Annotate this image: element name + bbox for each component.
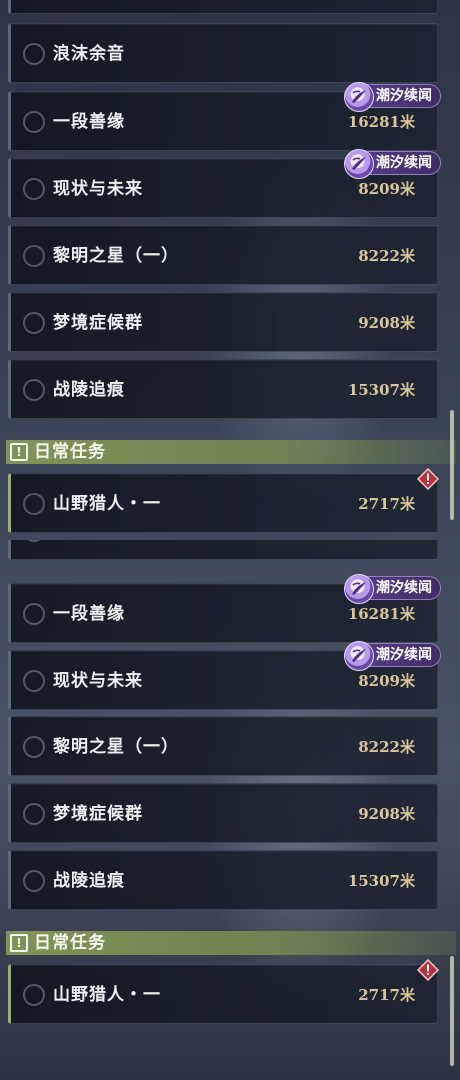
quest-row[interactable]: 一段善缘 16281米 潮汐续闻 xyxy=(8,82,441,151)
quest-distance: 2717米 xyxy=(358,986,415,1004)
quest-row[interactable]: 现状与未来 8209米 潮汐续闻 xyxy=(8,641,441,710)
quest-name: 现状与未来 xyxy=(53,671,143,691)
quest-name: 战陵追痕 xyxy=(53,380,125,400)
quest-status-circle[interactable] xyxy=(23,245,45,267)
quest-row[interactable]: 现状与未来 8209米 潮汐续闻 xyxy=(8,149,441,218)
tide-pen-icon xyxy=(344,641,374,671)
quest-name: 山野猎人・一 xyxy=(53,985,161,1005)
quest-name: 一段善缘 xyxy=(53,112,125,132)
daily-quest-row[interactable]: 山野猎人・一 2717米 xyxy=(8,468,439,533)
quest-status-circle[interactable] xyxy=(23,111,45,133)
quest-row[interactable]: 黎明之星（一） 8222米 xyxy=(8,716,438,776)
quest-row[interactable]: 浪沫余音 xyxy=(8,23,438,83)
section-header-daily[interactable]: ! 日常任务 xyxy=(6,931,456,955)
warning-diamond-icon xyxy=(417,959,439,981)
quest-status-circle[interactable] xyxy=(23,312,45,334)
quest-row[interactable]: 梦境症候群 9208米 xyxy=(8,292,438,352)
quest-status-circle[interactable] xyxy=(23,984,45,1006)
quest-name: 山野猎人・一 xyxy=(53,494,161,514)
tide-story-badge: 潮汐续闻 xyxy=(344,574,441,604)
section-header-label: 日常任务 xyxy=(34,933,106,953)
section-header-label: 日常任务 xyxy=(34,442,106,462)
tide-story-badge: 潮汐续闻 xyxy=(344,641,441,671)
quest-distance: 15307米 xyxy=(347,872,415,890)
badge-label: 潮汐续闻 xyxy=(376,88,432,104)
quest-row[interactable]: 一段善缘 16281米 潮汐续闻 xyxy=(8,574,441,643)
quest-row[interactable]: 战陵追痕 15307米 xyxy=(8,850,438,910)
quest-status-circle[interactable] xyxy=(23,870,45,892)
quest-row[interactable]: 浪沫余音 xyxy=(8,540,438,560)
quest-row[interactable]: 战陵追痕 15307米 xyxy=(8,359,438,419)
tide-story-badge: 潮汐续闻 xyxy=(344,149,441,179)
quest-status-circle[interactable] xyxy=(23,670,45,692)
quest-name: 战陵追痕 xyxy=(53,871,125,891)
quest-name: 黎明之星（一） xyxy=(53,246,179,266)
quest-status-circle[interactable] xyxy=(23,603,45,625)
quest-status-circle[interactable] xyxy=(23,493,45,515)
tide-pen-icon xyxy=(344,149,374,179)
tide-pen-icon xyxy=(344,574,374,604)
quest-distance: 8222米 xyxy=(358,738,415,756)
exclamation-icon: ! xyxy=(10,443,28,461)
badge-label: 潮汐续闻 xyxy=(376,155,432,171)
scrollbar-thumb[interactable] xyxy=(450,410,454,520)
exclamation-icon: ! xyxy=(10,934,28,952)
quest-row[interactable]: 梦境症候群 9208米 xyxy=(8,783,438,843)
quest-distance: 15307米 xyxy=(347,381,415,399)
quest-list-panel-top: 浪沫余音 一段善缘 16281米 潮汐续闻 现状与未来 8209米 潮汐续闻 黎… xyxy=(0,0,460,540)
quest-name: 梦境症候群 xyxy=(53,804,143,824)
badge-label: 潮汐续闻 xyxy=(376,580,432,596)
badge-label: 潮汐续闻 xyxy=(376,647,432,663)
section-header-daily[interactable]: ! 日常任务 xyxy=(6,440,456,464)
quest-status-circle[interactable] xyxy=(23,178,45,200)
quest-distance: 9208米 xyxy=(358,314,415,332)
quest-row-partial[interactable] xyxy=(8,0,438,14)
quest-name: 浪沫余音 xyxy=(53,44,125,64)
quest-status-circle[interactable] xyxy=(23,803,45,825)
daily-quest-row[interactable]: 山野猎人・一 2717米 xyxy=(8,959,439,1024)
quest-status-circle[interactable] xyxy=(23,379,45,401)
quest-row[interactable]: 黎明之星（一） 8222米 xyxy=(8,225,438,285)
quest-distance: 9208米 xyxy=(358,805,415,823)
quest-distance: 2717米 xyxy=(358,495,415,513)
quest-name: 一段善缘 xyxy=(53,604,125,624)
quest-status-circle[interactable] xyxy=(23,43,45,65)
quest-name: 梦境症候群 xyxy=(53,313,143,333)
quest-name: 黎明之星（一） xyxy=(53,737,179,757)
quest-name: 现状与未来 xyxy=(53,179,143,199)
quest-status-circle[interactable] xyxy=(23,736,45,758)
quest-name: 浪沫余音 xyxy=(53,540,125,561)
tide-pen-icon xyxy=(344,82,374,112)
quest-list-panel-bottom: 浪沫余音 一段善缘 16281米 潮汐续闻 现状与未来 8209米 潮汐续闻 黎… xyxy=(0,540,460,1080)
scrollbar-thumb[interactable] xyxy=(450,956,454,1066)
warning-diamond-icon xyxy=(417,468,439,490)
quest-status-circle[interactable] xyxy=(23,540,45,542)
tide-story-badge: 潮汐续闻 xyxy=(344,82,441,112)
quest-distance: 8222米 xyxy=(358,247,415,265)
